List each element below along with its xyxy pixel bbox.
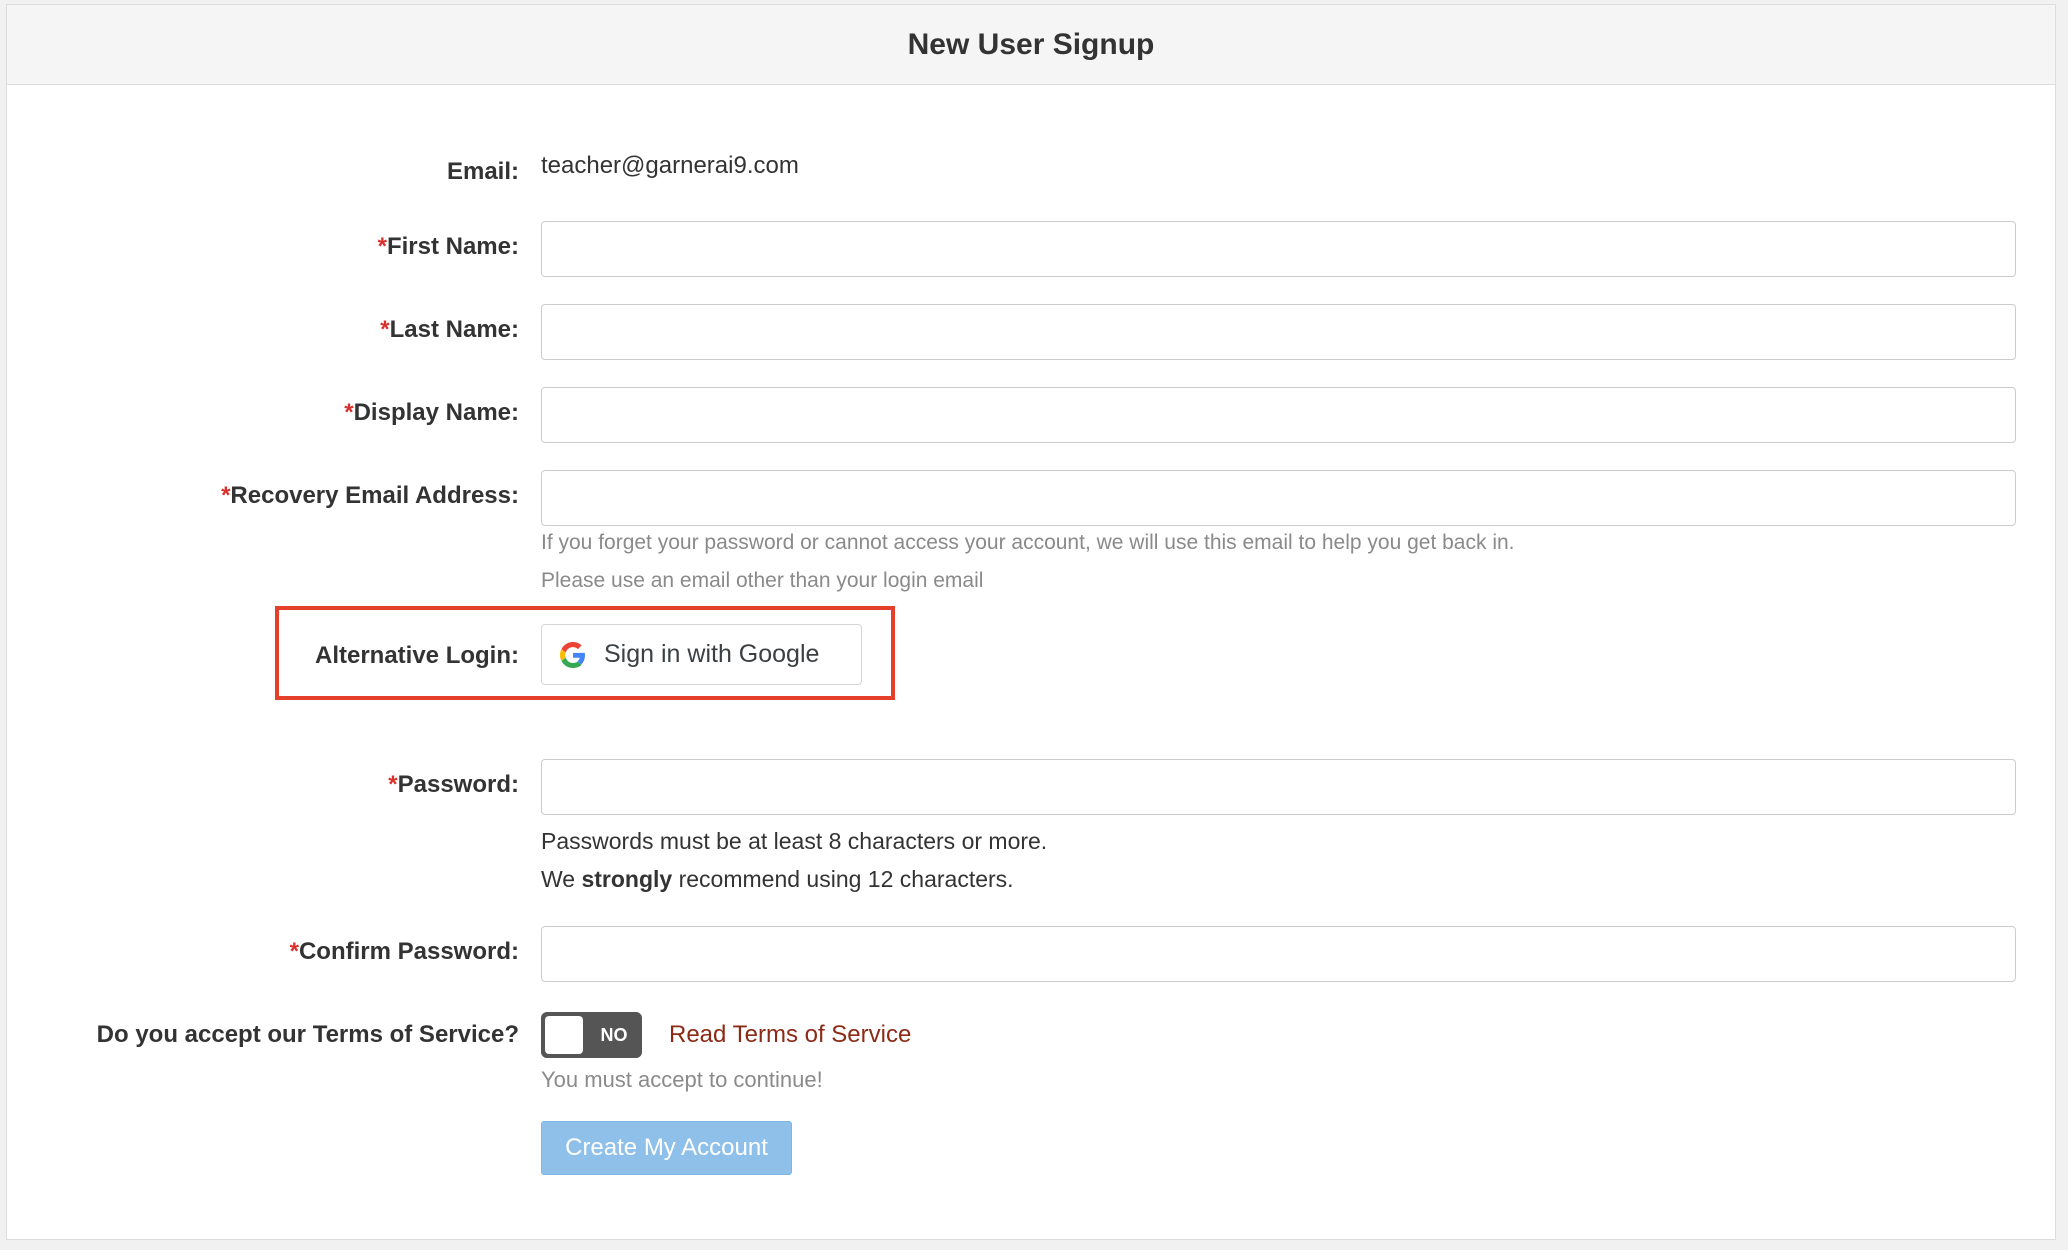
required-mark: * [380,316,390,343]
password-label-text: Password: [397,771,519,798]
confirm-password-label: *Confirm Password: [290,938,519,966]
last-name-label: *Last Name: [380,316,519,344]
google-signin-button[interactable]: Sign in with Google [541,624,862,685]
email-value: teacher@garnerai9.com [541,152,799,179]
google-g-icon [560,641,586,668]
password-input[interactable] [541,759,2016,815]
last-name-label-text: Last Name: [389,316,519,343]
password-note-pre: We [541,866,576,892]
read-tos-link[interactable]: Read Terms of Service [669,1021,911,1049]
recovery-help-text: If you forget your password or cannot ac… [541,531,1515,554]
recovery-help-text-2: Please use an email other than your logi… [541,569,984,592]
email-label: Email: [446,158,519,185]
display-name-input[interactable] [541,387,2016,443]
password-note-1: Passwords must be at least 8 characters … [541,828,1048,854]
display-name-label-text: Display Name: [353,399,519,426]
required-mark: * [377,233,387,260]
password-note-2: We strongly recommend using 12 character… [541,866,1014,893]
confirm-password-input[interactable] [541,926,2016,982]
alt-login-label: Alternative Login: [314,642,519,669]
recovery-email-label: *Recovery Email Address: [221,482,519,510]
password-note-bold: strongly [581,866,673,892]
recovery-email-label-text: Recovery Email Address: [230,482,519,509]
first-name-input[interactable] [541,221,2016,277]
required-mark: * [388,771,398,798]
last-name-input[interactable] [541,304,2016,360]
page-title: New User Signup [907,27,1155,61]
required-mark: * [344,399,354,426]
panel-header: New User Signup [7,5,2055,85]
create-account-button[interactable]: Create My Account [541,1121,792,1175]
password-label: *Password: [388,771,519,799]
google-signin-label: Sign in with Google [604,640,820,668]
display-name-label: *Display Name: [344,399,519,427]
tos-label: Do you accept our Terms of Service? [96,1021,519,1048]
password-note-post: recommend using 12 characters. [678,866,1014,892]
required-mark: * [289,938,299,965]
toggle-knob [545,1016,583,1054]
first-name-label: *First Name: [378,233,519,261]
confirm-password-label-text: Confirm Password: [298,938,519,965]
tos-help-text: You must accept to continue! [541,1067,823,1092]
first-name-label-text: First Name: [386,233,519,260]
tos-toggle[interactable]: NO [541,1012,642,1058]
recovery-email-input[interactable] [541,470,2016,526]
toggle-state-text: NO [600,1025,628,1045]
